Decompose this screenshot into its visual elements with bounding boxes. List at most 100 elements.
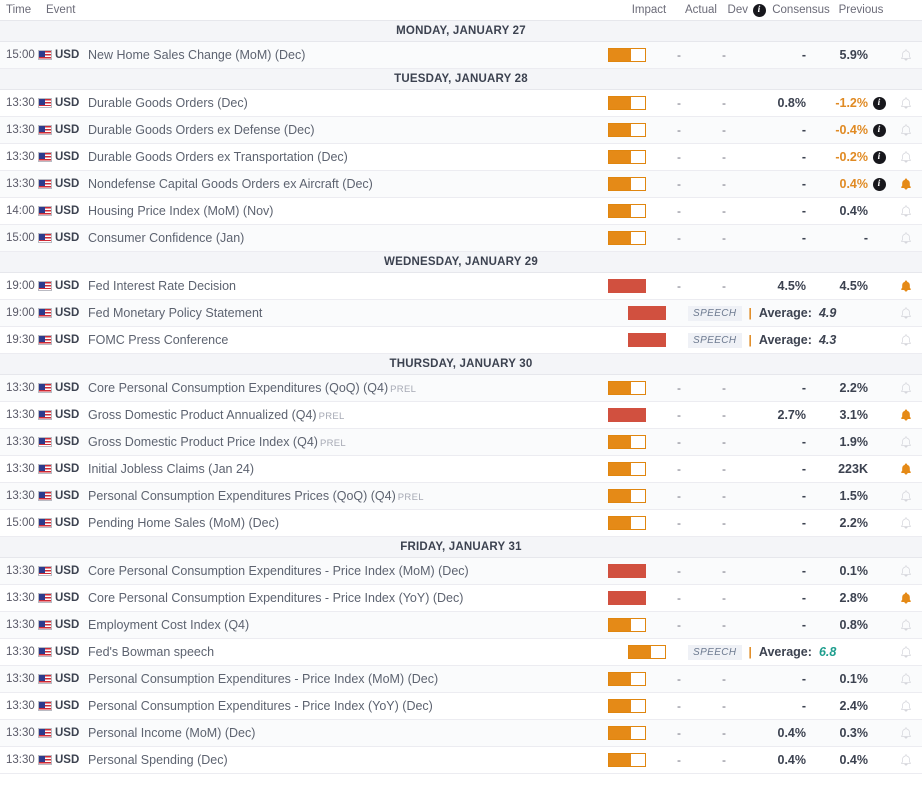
alert-bell-icon[interactable]: [900, 646, 912, 659]
calendar-event-row[interactable]: 13:30 USD Initial Jobless Claims (Jan 24) -…: [0, 456, 922, 483]
event-alert-toggle[interactable]: [890, 49, 922, 62]
event-name[interactable]: Fed's Bowman speech: [82, 645, 616, 659]
revision-info[interactable]: i: [868, 150, 890, 164]
event-name[interactable]: Personal Consumption Expenditures - Pric…: [82, 699, 596, 713]
event-alert-toggle[interactable]: [890, 673, 922, 686]
event-alert-toggle[interactable]: [890, 700, 922, 713]
event-alert-toggle[interactable]: [890, 517, 922, 530]
calendar-event-row[interactable]: 13:30 USD Personal Consumption Expenditure…: [0, 693, 922, 720]
alert-bell-icon[interactable]: [900, 754, 912, 767]
impact-indicator[interactable]: [596, 408, 658, 422]
impact-indicator[interactable]: [596, 279, 658, 293]
event-name[interactable]: Core Personal Consumption Expenditures -…: [82, 591, 596, 605]
event-name[interactable]: Gross Domestic Product Price Index (Q4) P…: [82, 435, 596, 449]
calendar-event-row[interactable]: 13:30 USD Gross Domestic Product Price Ind…: [0, 429, 922, 456]
impact-indicator[interactable]: [596, 672, 658, 686]
event-alert-toggle[interactable]: [890, 97, 922, 110]
event-name[interactable]: Core Personal Consumption Expenditures -…: [82, 564, 596, 578]
column-header-event[interactable]: Event: [38, 4, 618, 16]
alert-bell-icon[interactable]: [900, 619, 912, 632]
alert-bell-icon[interactable]: [900, 280, 912, 293]
alert-bell-icon[interactable]: [900, 517, 912, 530]
calendar-event-row[interactable]: 13:30 USD Durable Goods Orders ex Defense …: [0, 117, 922, 144]
event-name[interactable]: Personal Consumption Expenditures Prices…: [82, 489, 596, 503]
event-alert-toggle[interactable]: [890, 280, 922, 293]
event-alert-toggle[interactable]: [890, 565, 922, 578]
column-header-impact[interactable]: Impact: [618, 4, 680, 16]
alert-bell-icon[interactable]: [900, 727, 912, 740]
impact-indicator[interactable]: [596, 435, 658, 449]
calendar-event-row[interactable]: 15:00 USD New Home Sales Change (MoM) (Dec…: [0, 42, 922, 69]
calendar-event-row[interactable]: 13:30 USD Personal Consumption Expenditure…: [0, 483, 922, 510]
impact-indicator[interactable]: [616, 333, 678, 347]
event-name[interactable]: Consumer Confidence (Jan): [82, 231, 596, 245]
event-alert-toggle[interactable]: [890, 205, 922, 218]
event-name[interactable]: New Home Sales Change (MoM) (Dec): [82, 48, 596, 62]
alert-bell-icon[interactable]: [900, 97, 912, 110]
event-alert-toggle[interactable]: [890, 151, 922, 164]
event-alert-toggle[interactable]: [890, 727, 922, 740]
event-name[interactable]: Personal Income (MoM) (Dec): [82, 726, 596, 740]
impact-indicator[interactable]: [596, 489, 658, 503]
calendar-event-row[interactable]: 19:30 USD FOMC Press Conference SPEECH | Aver…: [0, 327, 922, 354]
alert-bell-icon[interactable]: [900, 124, 912, 137]
event-alert-toggle[interactable]: [890, 490, 922, 503]
column-header-consensus[interactable]: Consensus: [770, 4, 832, 16]
event-name[interactable]: Personal Spending (Dec): [82, 753, 596, 767]
alert-bell-icon[interactable]: [900, 205, 912, 218]
impact-indicator[interactable]: [596, 204, 658, 218]
impact-indicator[interactable]: [596, 150, 658, 164]
alert-bell-icon[interactable]: [900, 232, 912, 245]
alert-bell-icon[interactable]: [900, 463, 912, 476]
calendar-event-row[interactable]: 13:30 USD Employment Cost Index (Q4) - - - 0.8…: [0, 612, 922, 639]
event-alert-toggle[interactable]: [890, 307, 922, 320]
event-alert-toggle[interactable]: [890, 409, 922, 422]
info-icon[interactable]: i: [748, 3, 770, 17]
calendar-event-row[interactable]: 13:30 USD Core Personal Consumption Expend…: [0, 585, 922, 612]
event-name[interactable]: Nondefense Capital Goods Orders ex Aircr…: [82, 177, 596, 191]
event-alert-toggle[interactable]: [890, 592, 922, 605]
impact-indicator[interactable]: [596, 591, 658, 605]
column-header-previous[interactable]: Previous: [832, 4, 890, 16]
event-name[interactable]: Employment Cost Index (Q4): [82, 618, 596, 632]
calendar-event-row[interactable]: 15:00 USD Consumer Confidence (Jan) - - - -: [0, 225, 922, 252]
calendar-event-row[interactable]: 13:30 USD Core Personal Consumption Expend…: [0, 375, 922, 402]
revision-info-icon[interactable]: i: [872, 96, 886, 110]
event-alert-toggle[interactable]: [890, 646, 922, 659]
column-header-dev[interactable]: Dev: [722, 4, 748, 16]
event-name[interactable]: Gross Domestic Product Annualized (Q4) PR…: [82, 408, 596, 422]
impact-indicator[interactable]: [596, 516, 658, 530]
calendar-event-row[interactable]: 13:30 USD Personal Income (MoM) (Dec) - - 0.4…: [0, 720, 922, 747]
impact-indicator[interactable]: [596, 618, 658, 632]
revision-info-icon[interactable]: i: [872, 150, 886, 164]
revision-info[interactable]: i: [868, 177, 890, 191]
column-header-actual[interactable]: Actual: [680, 4, 722, 16]
calendar-event-row[interactable]: 13:30 USD Core Personal Consumption Expend…: [0, 558, 922, 585]
event-name[interactable]: Durable Goods Orders (Dec): [82, 96, 596, 110]
alert-bell-icon[interactable]: [900, 673, 912, 686]
calendar-event-row[interactable]: 13:30 USD Nondefense Capital Goods Orders …: [0, 171, 922, 198]
alert-bell-icon[interactable]: [900, 151, 912, 164]
event-name[interactable]: Initial Jobless Claims (Jan 24): [82, 462, 596, 476]
event-name[interactable]: Pending Home Sales (MoM) (Dec): [82, 516, 596, 530]
calendar-event-row[interactable]: 13:30 USD Personal Consumption Expenditure…: [0, 666, 922, 693]
event-alert-toggle[interactable]: [890, 754, 922, 767]
event-name[interactable]: Durable Goods Orders ex Transportation (…: [82, 150, 596, 164]
impact-indicator[interactable]: [596, 48, 658, 62]
column-header-time[interactable]: Time: [0, 4, 38, 16]
event-alert-toggle[interactable]: [890, 619, 922, 632]
event-alert-toggle[interactable]: [890, 178, 922, 191]
revision-info-icon[interactable]: i: [872, 177, 886, 191]
event-alert-toggle[interactable]: [890, 436, 922, 449]
revision-info[interactable]: i: [868, 123, 890, 137]
revision-info-icon[interactable]: i: [872, 123, 886, 137]
alert-bell-icon[interactable]: [900, 178, 912, 191]
event-alert-toggle[interactable]: [890, 124, 922, 137]
event-alert-toggle[interactable]: [890, 334, 922, 347]
impact-indicator[interactable]: [616, 645, 678, 659]
event-name[interactable]: Durable Goods Orders ex Defense (Dec): [82, 123, 596, 137]
impact-indicator[interactable]: [596, 726, 658, 740]
alert-bell-icon[interactable]: [900, 565, 912, 578]
impact-indicator[interactable]: [596, 177, 658, 191]
calendar-event-row[interactable]: 13:30 USD Personal Spending (Dec) - - 0.4% 0.4…: [0, 747, 922, 774]
